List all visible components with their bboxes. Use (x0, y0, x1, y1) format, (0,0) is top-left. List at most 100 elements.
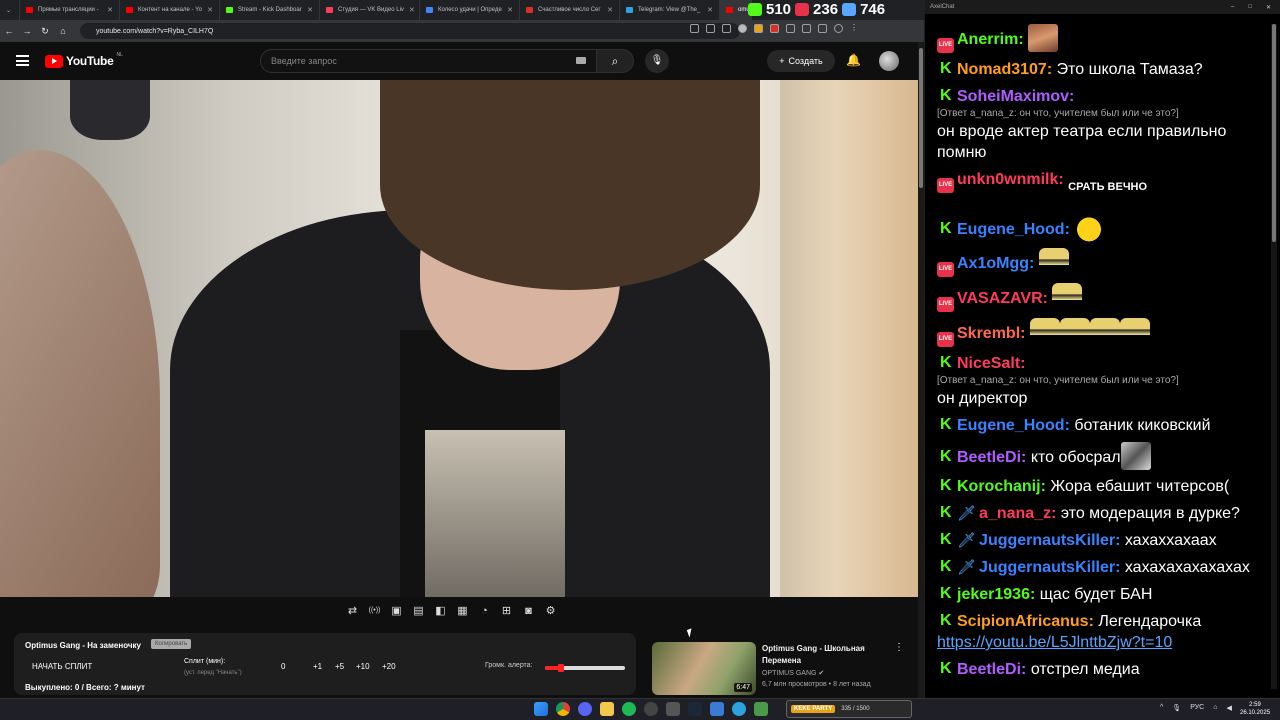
browser-tab[interactable]: Прямые трансляции - ✕ (20, 0, 120, 20)
video-thumbnail[interactable]: 6:47 (652, 642, 756, 695)
tab-close-icon[interactable]: ✕ (207, 6, 213, 14)
add-1-button[interactable]: +1 (313, 662, 322, 671)
volume-icon[interactable]: ◀ (1226, 704, 1231, 712)
browser-tab[interactable]: Счастливое число Сег ✕ (520, 0, 620, 20)
tab-menu-button[interactable]: ⌄ (0, 0, 20, 20)
repeat-icon[interactable]: ⇄ (344, 604, 361, 618)
hamburger-icon[interactable] (16, 55, 29, 66)
chat-scrollbar[interactable] (1271, 24, 1277, 689)
spotify-icon[interactable] (622, 702, 636, 716)
browser-tab[interactable]: Студия — VK Видео Liv ✕ (320, 0, 420, 20)
chat-username[interactable]: Korochanij: (957, 478, 1046, 495)
voice-search-button[interactable]: 🎙 (645, 49, 669, 73)
broadcast-icon[interactable]: ((•)) (366, 604, 383, 618)
extension-icon[interactable] (738, 24, 747, 33)
browser-tab[interactable]: Stream - Kick Dashboar ✕ (220, 0, 320, 20)
radio-icon[interactable]: ▣ (388, 604, 405, 618)
more-options-icon[interactable]: ⋮ (894, 642, 904, 653)
chat-username[interactable]: SoheiMaximov: (957, 88, 1074, 105)
chat-username[interactable]: jeker1936: (957, 586, 1035, 603)
chat-link[interactable]: https://youtu.be/L5JlnttbZjw?t=10 (937, 632, 1277, 653)
add-20-button[interactable]: +20 (382, 662, 396, 671)
chat-scrollbar-thumb[interactable] (1272, 24, 1276, 242)
network-icon[interactable]: ⌂ (1213, 704, 1217, 712)
home-icon[interactable]: ⌂ (54, 26, 72, 36)
gear-icon[interactable]: ⚙ (542, 604, 559, 618)
chat-username[interactable]: unkn0wnmilk: (957, 171, 1064, 188)
extension-icon[interactable] (754, 24, 763, 33)
telegram-icon[interactable] (732, 702, 746, 716)
clock[interactable]: 2:59 26.10.2025 (1240, 701, 1270, 717)
chat-username[interactable]: VASAZAVR: (957, 290, 1048, 307)
add-10-button[interactable]: +10 (356, 662, 370, 671)
camera-icon[interactable]: ◙ (520, 604, 537, 618)
donation-banner[interactable]: KEKE PARTY 335 / 1500 (786, 700, 912, 718)
video-player[interactable] (0, 80, 918, 597)
tab-close-icon[interactable]: ✕ (507, 6, 513, 14)
media-player-icon[interactable] (710, 702, 724, 716)
app-icon[interactable] (666, 702, 680, 716)
close-icon[interactable]: ✕ (1266, 4, 1271, 11)
reload-icon[interactable]: ↻ (36, 26, 54, 37)
chrome-icon[interactable] (556, 702, 570, 716)
chevron-up-icon[interactable]: ^ (1160, 704, 1163, 712)
chat-username[interactable]: Eugene_Hood: (957, 417, 1070, 434)
browser-tab[interactable]: Колесо удачи | Опреде ✕ (420, 0, 520, 20)
start-split-button[interactable]: НАЧАТЬ СПЛИТ (32, 662, 92, 671)
mic-tray-icon[interactable]: 🎙 (1172, 704, 1181, 712)
create-button[interactable]: + Создать (767, 50, 835, 72)
language-indicator[interactable]: РУС (1190, 704, 1204, 712)
chat-username[interactable]: a_nana_z: (979, 505, 1056, 522)
discord-icon[interactable] (578, 702, 592, 716)
folder-icon[interactable] (600, 702, 614, 716)
star-icon[interactable] (722, 24, 731, 33)
profile-icon[interactable] (834, 24, 843, 33)
volume-slider[interactable] (545, 664, 625, 672)
screen-icon[interactable]: ◧ (432, 604, 449, 618)
windows-start-icon[interactable] (534, 702, 548, 716)
chat-username[interactable]: BeetleDi: (957, 449, 1026, 466)
tab-close-icon[interactable]: ✕ (107, 6, 113, 14)
youtube-logo[interactable]: YouTube NL (45, 52, 123, 68)
clapper-icon[interactable]: ▤ (410, 604, 427, 618)
search-input[interactable]: Введите запрос (260, 49, 596, 73)
chat-username[interactable]: JuggernautsKiller: (979, 559, 1120, 576)
film-icon[interactable]: ▦ (454, 604, 471, 618)
chat-username[interactable]: JuggernautsKiller: (979, 532, 1120, 549)
loop-icon[interactable]: ⊞ (498, 604, 515, 618)
recommended-video[interactable]: 6:47 Optimus Gang - Школьная Перемена OP… (652, 642, 922, 698)
recycle-icon[interactable] (754, 702, 768, 716)
forward-icon[interactable]: → (18, 26, 36, 36)
zoom-icon[interactable] (706, 24, 715, 33)
url-field[interactable]: youtube.com/watch?v=Ryba_CILH7Q (80, 23, 740, 39)
copy-button[interactable]: Копировать (151, 639, 192, 649)
minimize-icon[interactable]: – (1231, 4, 1234, 11)
speed-icon[interactable]: ◔ (476, 604, 493, 618)
chat-username[interactable]: Eugene_Hood: (957, 221, 1070, 238)
notifications-bell-icon[interactable]: 🔔 (846, 53, 861, 67)
maximize-icon[interactable]: □ (1248, 4, 1252, 11)
browser-tab[interactable]: Telegram: View @The_ ✕ (620, 0, 720, 20)
download-icon[interactable] (802, 24, 811, 33)
video-title[interactable]: Optimus Gang - Школьная Перемена (762, 643, 892, 667)
keyboard-icon[interactable] (576, 57, 586, 64)
back-icon[interactable]: ← (0, 26, 18, 36)
puzzle-icon[interactable] (786, 24, 795, 33)
steam-icon[interactable] (688, 702, 702, 716)
chat-username[interactable]: BeetleDi: (957, 661, 1026, 678)
browser-tab[interactable]: Контент на канале - Yo ✕ (120, 0, 220, 20)
obs-icon[interactable] (644, 702, 658, 716)
tab-close-icon[interactable]: ✕ (409, 6, 415, 14)
menu-icon[interactable]: ⋮ (850, 24, 859, 33)
volume-slider-knob[interactable] (558, 664, 564, 672)
scrollbar-thumb[interactable] (919, 48, 923, 188)
chat-username[interactable]: Anerrim: (957, 31, 1024, 48)
tab-close-icon[interactable]: ✕ (607, 6, 613, 14)
cast-icon[interactable] (690, 24, 699, 33)
tab-close-icon[interactable]: ✕ (307, 6, 313, 14)
chat-username[interactable]: Nomad3107: (957, 61, 1052, 78)
tab-close-icon[interactable]: ✕ (707, 6, 713, 14)
chat-username[interactable]: NiceSalt: (957, 355, 1025, 372)
search-button[interactable]: ⌕ (596, 49, 634, 73)
sidebar-icon[interactable] (818, 24, 827, 33)
